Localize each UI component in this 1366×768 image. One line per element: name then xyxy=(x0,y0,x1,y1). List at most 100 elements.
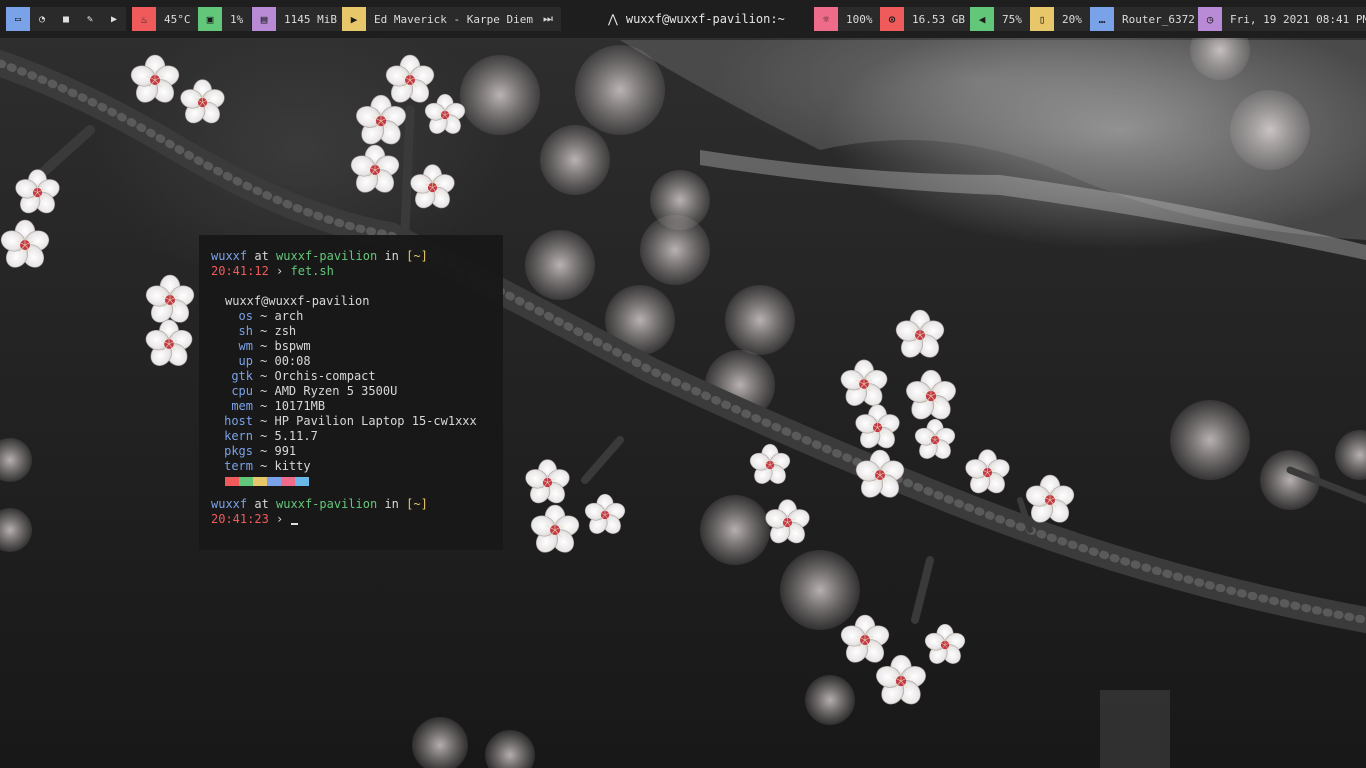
fetch-key: cpu xyxy=(231,384,253,398)
prompt-host: wuxxf-pavilion xyxy=(276,249,378,263)
fetch-row: host ~ HP Pavilion Laptop 15-cw1xxx xyxy=(211,414,491,429)
fetch-info-list: os ~ arch sh ~ zsh wm ~ bspwm up ~ 00:08 gtk… xyxy=(211,309,491,474)
music-module[interactable]: ▶ Ed Maverick - Karpe Diem ⏭ xyxy=(342,7,561,31)
palette-swatch xyxy=(295,477,309,486)
workspace-browser-icon[interactable]: ◔ xyxy=(30,7,54,31)
fetch-key: wm xyxy=(238,339,253,353)
prompt-in: in xyxy=(384,497,399,511)
fetch-row: gtk ~ Orchis-compact xyxy=(211,369,491,384)
fetch-key: up xyxy=(238,354,253,368)
window-title-text: wuxxf@wuxxf-pavilion:~ xyxy=(625,12,785,26)
fetch-row: kern ~ 5.11.7 xyxy=(211,429,491,444)
text-cursor xyxy=(290,522,298,525)
fetch-key: os xyxy=(238,309,253,323)
brightness-icon: ☼ xyxy=(814,7,838,31)
next-track-icon[interactable]: ⏭ xyxy=(537,7,561,31)
prompt-line: wuxxf at wuxxf-pavilion in [~] xyxy=(211,249,491,264)
temperature-value: 45°C xyxy=(164,12,191,26)
fetch-key: pkgs xyxy=(224,444,253,458)
fetch-separator: ~ xyxy=(260,339,268,353)
palette-swatch xyxy=(253,477,267,486)
fetch-row: wm ~ bspwm xyxy=(211,339,491,354)
fetch-separator: ~ xyxy=(260,309,268,323)
prompt-at: at xyxy=(254,497,269,511)
now-playing: Ed Maverick - Karpe Diem xyxy=(374,12,533,26)
fetch-row: sh ~ zsh xyxy=(211,324,491,339)
clock-value: Fri, 19 2021 08:41 PM xyxy=(1230,12,1366,26)
fetch-key: sh xyxy=(238,324,253,338)
fetch-value: AMD Ryzen 5 3500U xyxy=(274,384,398,398)
wifi-icon: … xyxy=(1090,7,1114,31)
fetch-key: host xyxy=(224,414,253,428)
workspace-switcher: ▭ ◔ ■ ✎ ▶ xyxy=(6,7,126,31)
fetch-key: mem xyxy=(231,399,253,413)
disk-icon: ⊙ xyxy=(880,7,904,31)
prompt-dir: [~] xyxy=(406,497,428,511)
palette-swatch xyxy=(225,477,239,486)
workspace-editor-icon[interactable]: ✎ xyxy=(78,7,102,31)
fetch-header: wuxxf@wuxxf-pavilion xyxy=(225,294,370,308)
disk-value: 16.53 GB xyxy=(912,12,965,26)
thermometer-icon: ♨ xyxy=(132,7,156,31)
network-name: Router_6372 xyxy=(1122,12,1195,26)
fetch-separator: ~ xyxy=(260,459,268,473)
workspace-terminal-icon[interactable]: ▭ xyxy=(6,7,30,31)
fetch-value: 10171MB xyxy=(274,399,326,413)
prompt-in: in xyxy=(384,249,399,263)
fetch-value: kitty xyxy=(274,459,311,473)
fetch-separator: ~ xyxy=(260,429,268,443)
volume-module[interactable]: ◀ 75% xyxy=(970,7,1030,31)
temperature-module: ♨ 45°C xyxy=(132,7,199,31)
workspace-media-icon[interactable]: ▶ xyxy=(102,7,126,31)
fetch-row: up ~ 00:08 xyxy=(211,354,491,369)
cpu-value: 1% xyxy=(230,12,244,26)
palette-swatch xyxy=(267,477,281,486)
fetch-row: cpu ~ AMD Ryzen 5 3500U xyxy=(211,384,491,399)
terminal-window[interactable]: wuxxf at wuxxf-pavilion in [~] 20:41:12 … xyxy=(199,235,503,550)
battery-module: ▯ 20% xyxy=(1030,7,1090,31)
fetch-separator: ~ xyxy=(260,399,268,413)
fetch-separator: ~ xyxy=(260,444,268,458)
fetch-key: term xyxy=(224,459,253,473)
disk-module: ⊙ 16.53 GB xyxy=(880,7,973,31)
focused-window-title: ⋀ wuxxf@wuxxf-pavilion:~ xyxy=(608,7,785,31)
prompt-user: wuxxf xyxy=(211,249,248,263)
prompt-arrow: › xyxy=(276,264,284,278)
memory-value: 1145 MiB xyxy=(284,12,337,26)
prompt-arrow: › xyxy=(276,512,284,526)
network-module[interactable]: … Router_6372 xyxy=(1090,7,1203,31)
fetch-separator: ~ xyxy=(260,414,268,428)
prompt-at: at xyxy=(254,249,269,263)
fetch-value: bspwm xyxy=(274,339,311,353)
prompt-user: wuxxf xyxy=(211,497,248,511)
brightness-module[interactable]: ☼ 100% xyxy=(814,7,881,31)
command-text: fet.sh xyxy=(290,264,334,278)
clock-icon: ◷ xyxy=(1198,7,1222,31)
play-icon[interactable]: ▶ xyxy=(342,7,366,31)
prompt-time: 20:41:12 xyxy=(211,264,269,278)
fetch-row: os ~ arch xyxy=(211,309,491,324)
fetch-separator: ~ xyxy=(260,369,268,383)
clock-module[interactable]: ◷ Fri, 19 2021 08:41 PM xyxy=(1198,7,1366,31)
fetch-value: 00:08 xyxy=(274,354,311,368)
prompt-dir: [~] xyxy=(406,249,428,263)
battery-value: 20% xyxy=(1062,12,1082,26)
prompt-host: wuxxf-pavilion xyxy=(276,497,378,511)
palette-swatch xyxy=(239,477,253,486)
fetch-separator: ~ xyxy=(260,384,268,398)
workspace-folder-icon[interactable]: ■ xyxy=(54,7,78,31)
brightness-value: 100% xyxy=(846,12,873,26)
palette-swatch xyxy=(281,477,295,486)
memory-icon: ▤ xyxy=(252,7,276,31)
command-line: 20:41:12 › fet.sh xyxy=(211,264,491,279)
fetch-value: 991 xyxy=(274,444,297,458)
input-line[interactable]: 20:41:23 › xyxy=(211,512,491,527)
fetch-value: zsh xyxy=(274,324,297,338)
fetch-value: arch xyxy=(274,309,304,323)
fetch-value: HP Pavilion Laptop 15-cw1xxx xyxy=(274,414,477,428)
color-palette xyxy=(225,477,491,486)
fetch-row: pkgs ~ 991 xyxy=(211,444,491,459)
top-status-bar: ▭ ◔ ■ ✎ ▶ ♨ 45°C ▣ 1% ▤ 1145 MiB ▶ Ed Ma… xyxy=(0,0,1366,38)
volume-value: 75% xyxy=(1002,12,1022,26)
fetch-row: mem ~ 10171MB xyxy=(211,399,491,414)
